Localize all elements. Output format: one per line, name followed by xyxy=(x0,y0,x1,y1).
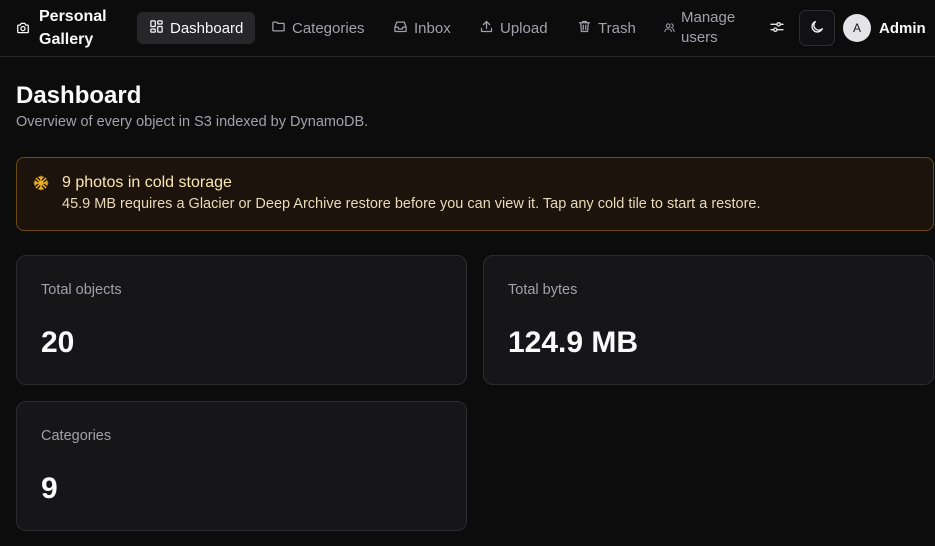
users-icon xyxy=(664,20,675,37)
nav-dashboard-label: Dashboard xyxy=(170,19,244,37)
settings-button[interactable] xyxy=(759,10,795,46)
folder-icon xyxy=(271,19,286,38)
nav-manage-users[interactable]: Manage users xyxy=(652,8,753,48)
nav-dashboard[interactable]: Dashboard xyxy=(137,12,256,44)
stat-label: Categories xyxy=(41,428,112,444)
alert-title: 9 photos in cold storage xyxy=(62,174,232,191)
avatar: A xyxy=(843,14,871,42)
snowflake-icon xyxy=(33,175,49,196)
stat-value: 20 xyxy=(41,326,75,359)
grid-icon xyxy=(149,19,164,38)
stat-card-categories: Categories 9 xyxy=(16,401,467,531)
top-navigation-bar: Personal Gallery Dashboard Categories In… xyxy=(0,0,935,57)
brand-name: Personal Gallery xyxy=(39,8,107,48)
nav-categories[interactable]: Categories xyxy=(259,12,377,44)
user-name: Admin xyxy=(879,19,926,37)
nav-inbox[interactable]: Inbox xyxy=(381,12,463,44)
stat-label: Total bytes xyxy=(508,282,578,298)
camera-icon xyxy=(16,21,30,35)
alert-body: 45.9 MB requires a Glacier or Deep Archi… xyxy=(62,196,761,212)
nav-inbox-label: Inbox xyxy=(414,19,451,37)
nav-trash[interactable]: Trash xyxy=(565,12,648,44)
page-title: Dashboard xyxy=(16,82,142,109)
page-subtitle: Overview of every object in S3 indexed b… xyxy=(16,114,369,130)
stat-value: 9 xyxy=(41,472,58,505)
stat-card-total-objects: Total objects 20 xyxy=(16,255,467,385)
trash-icon xyxy=(577,19,592,38)
nav-trash-label: Trash xyxy=(598,19,636,37)
upload-icon xyxy=(479,19,494,38)
stat-value: 124.9 MB xyxy=(508,326,639,359)
stat-card-total-bytes: Total bytes 124.9 MB xyxy=(483,255,934,385)
brand[interactable]: Personal Gallery xyxy=(16,5,119,51)
cold-storage-alert: 9 photos in cold storage 45.9 MB require… xyxy=(16,157,934,231)
moon-icon xyxy=(809,19,825,38)
stat-label: Total objects xyxy=(41,282,122,298)
nav-upload[interactable]: Upload xyxy=(467,12,560,44)
nav-upload-label: Upload xyxy=(500,19,548,37)
theme-toggle-button[interactable] xyxy=(799,10,835,46)
user-menu[interactable]: A Admin xyxy=(843,14,926,42)
inbox-icon xyxy=(393,19,408,38)
sliders-icon xyxy=(769,19,785,38)
nav-manage-users-label: Manage users xyxy=(681,9,736,46)
nav-categories-label: Categories xyxy=(292,19,365,37)
